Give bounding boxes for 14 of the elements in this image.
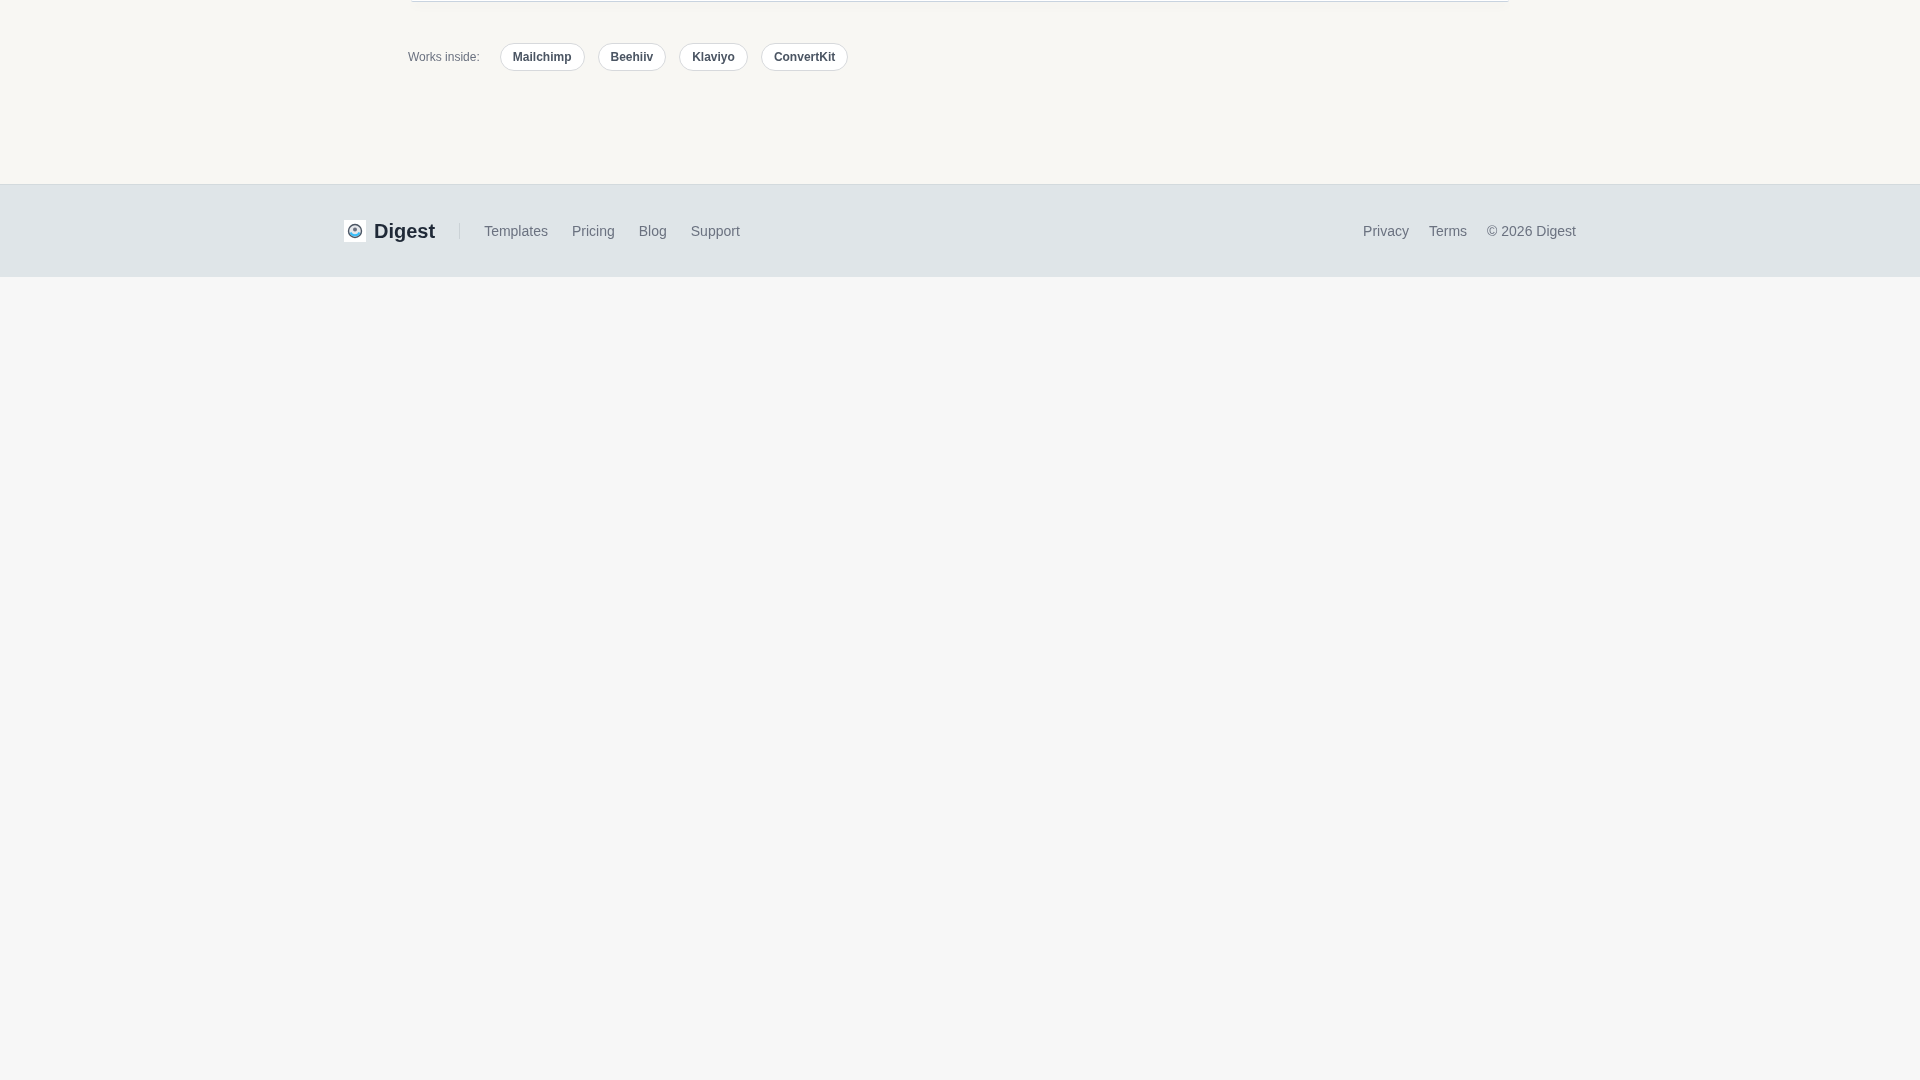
brand-name[interactable]: Digest — [374, 216, 436, 246]
footer-link[interactable]: Pricing — [571, 220, 615, 242]
integration-chip: Mailchimp — [499, 43, 585, 71]
footer-link[interactable]: Terms — [1428, 220, 1468, 242]
integration-chip: Klaviyo — [679, 43, 748, 71]
footer-link[interactable]: Templates — [484, 220, 548, 242]
footer-link[interactable]: Privacy — [1363, 220, 1409, 242]
footer-link[interactable]: Support — [690, 220, 740, 242]
copyright-text: © 2026 Digest — [1487, 221, 1576, 241]
logo-icon — [344, 220, 366, 242]
integration-chip: Beehiiv — [597, 43, 667, 71]
works-inside-label: Works inside: — [408, 49, 480, 66]
integration-chip: ConvertKit — [760, 43, 849, 71]
footer-link[interactable]: Blog — [638, 220, 667, 242]
